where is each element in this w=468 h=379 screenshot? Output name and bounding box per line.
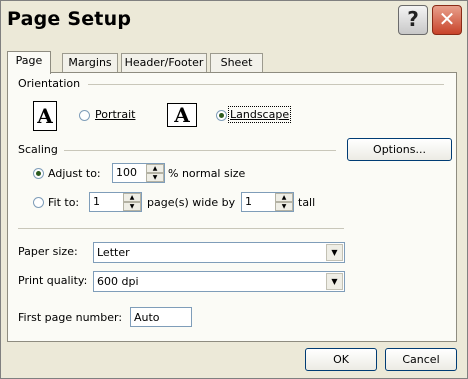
paper-size-select[interactable]: Letter ▼ [93,242,345,263]
adjust-to-radio[interactable] [33,168,44,179]
fit-to-label[interactable]: Fit to: [48,196,79,209]
tab-margins[interactable]: Margins [62,53,118,73]
scaling-divider [64,150,336,151]
fit-wide-value: 1 [93,195,100,208]
paper-size-value: Letter [97,246,130,259]
cancel-button[interactable]: Cancel [385,348,457,371]
spinner-up-arrow-icon[interactable]: ▲ [123,193,141,202]
print-quality-label: Print quality: [18,274,88,287]
adjust-to-value: 100 [116,166,137,179]
portrait-radio[interactable] [79,110,90,121]
orientation-group-label: Orientation [18,77,81,90]
orientation-divider [88,84,444,85]
help-button[interactable]: ? [398,5,428,35]
spinner-up-arrow-icon[interactable]: ▲ [146,164,164,173]
adjust-to-spinner[interactable]: 100 ▲ ▼ [112,163,165,183]
fit-tall-value: 1 [245,195,252,208]
scaling-group-label: Scaling [18,143,58,156]
landscape-radio[interactable] [216,110,227,121]
spinner-down-arrow-icon[interactable]: ▼ [275,202,293,211]
title-bar: Page Setup ? ✕ [1,1,467,38]
paper-size-label: Paper size: [18,245,78,258]
page-setup-dialog: Page Setup ? ✕ Page Margins Header/Foote… [0,0,468,379]
portrait-label[interactable]: Portrait [95,108,135,121]
page-tab-panel: Orientation A Portrait A Landscape Scali… [7,72,457,342]
spinner-down-arrow-icon[interactable]: ▼ [146,173,164,182]
print-quality-value: 600 dpi [97,275,139,288]
ok-button[interactable]: OK [305,348,377,371]
landscape-label[interactable]: Landscape [227,106,292,123]
portrait-page-icon: A [33,101,57,131]
fit-wide-suffix: page(s) wide by [147,196,236,209]
print-quality-select[interactable]: 600 dpi ▼ [93,271,345,292]
spinner-down-arrow-icon[interactable]: ▼ [123,202,141,211]
tab-page[interactable]: Page [7,51,51,74]
chevron-down-icon[interactable]: ▼ [326,244,343,261]
adjust-to-label[interactable]: Adjust to: [48,167,101,180]
fit-tall-suffix: tall [298,196,316,209]
fit-tall-spinner[interactable]: 1 ▲ ▼ [241,192,294,212]
options-button[interactable]: Options... [347,138,452,161]
adjust-to-suffix: % normal size [168,167,246,180]
landscape-page-icon: A [167,103,197,127]
question-mark-icon: ? [407,7,419,31]
fit-to-radio[interactable] [33,197,44,208]
chevron-down-icon[interactable]: ▼ [326,273,343,290]
scaling-bottom-divider [18,228,344,229]
tab-sheet[interactable]: Sheet [210,53,263,73]
close-icon: ✕ [438,7,456,31]
first-page-number-value: Auto [134,311,160,324]
fit-wide-spinner[interactable]: 1 ▲ ▼ [89,192,142,212]
spinner-up-arrow-icon[interactable]: ▲ [275,193,293,202]
first-page-number-field[interactable]: Auto [130,307,192,327]
tab-header-footer[interactable]: Header/Footer [121,53,207,73]
dialog-title: Page Setup [7,8,132,30]
first-page-number-label: First page number: [18,311,123,324]
close-button[interactable]: ✕ [432,5,462,35]
